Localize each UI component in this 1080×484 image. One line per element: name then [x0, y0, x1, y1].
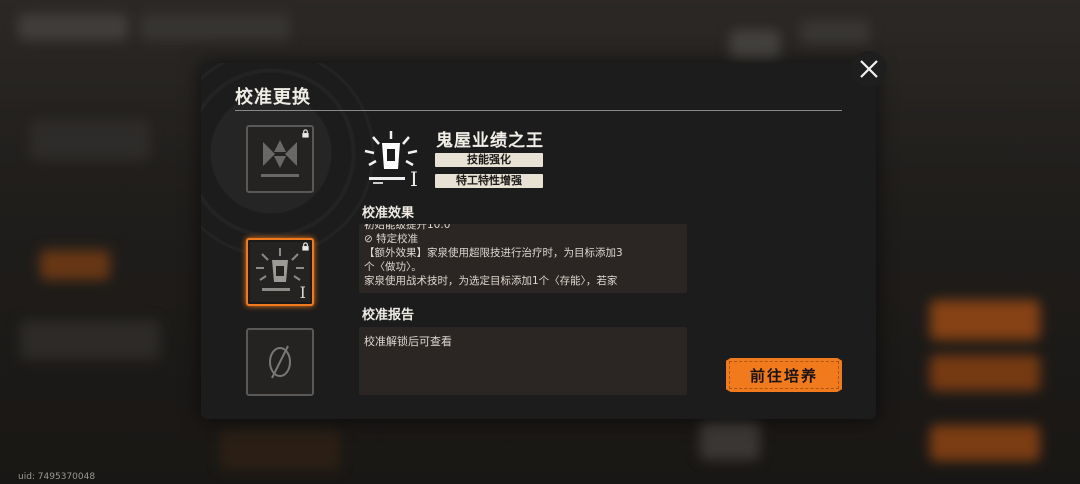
effect-line-3: 【额外效果】家泉使用超限技进行治疗时，为目标添加3: [364, 247, 623, 259]
title-divider: [235, 110, 842, 111]
close-button[interactable]: [851, 51, 887, 87]
emblem-rank: I: [410, 167, 418, 191]
calibration-dialog: 校准更换 I I 鬼屋业绩之王 技能强化 特工特性增强 校准效果 初始能级提升1…: [201, 63, 876, 419]
calibration-slot-2-selected[interactable]: I: [246, 238, 314, 306]
item-name: 鬼屋业绩之王: [436, 131, 544, 151]
effect-line-5: 家泉使用战术技时，为选定目标添加1个〈存能〉，若家: [364, 275, 618, 287]
dialog-title: 校准更换: [235, 87, 311, 108]
tag-trait-enhance: 特工特性增强: [435, 174, 543, 188]
report-label: 校准报告: [362, 308, 415, 323]
lock-icon: [302, 129, 309, 138]
slot-emblem-icon: [252, 131, 308, 187]
effect-line-2: ⊘ 特定校准: [364, 233, 419, 245]
tag-skill-enhance: 技能强化: [435, 153, 543, 167]
effect-line-1: 初始能级提升10.0: [364, 224, 451, 231]
calibration-slot-1[interactable]: [246, 125, 314, 193]
lock-icon: [302, 242, 309, 251]
report-text: 校准解锁后可查看: [364, 335, 452, 348]
effect-line-4: 个〈做功〉。: [364, 261, 422, 273]
report-box: 校准解锁后可查看: [359, 327, 687, 395]
go-cultivate-button[interactable]: 前往培养: [726, 358, 842, 392]
close-icon: [860, 60, 878, 78]
uid-label: uid: 7495370048: [18, 472, 96, 482]
effect-text: 初始能级提升10.0 ⊘ 特定校准 【额外效果】家泉使用超限技进行治疗时，为目标…: [364, 224, 679, 288]
empty-slot-icon: [252, 334, 308, 390]
effect-label: 校准效果: [362, 206, 415, 221]
calibration-slot-3-empty[interactable]: [246, 328, 314, 396]
effect-box[interactable]: 初始能级提升10.0 ⊘ 特定校准 【额外效果】家泉使用超限技进行治疗时，为目标…: [359, 224, 687, 293]
slot-rank: I: [299, 283, 306, 302]
